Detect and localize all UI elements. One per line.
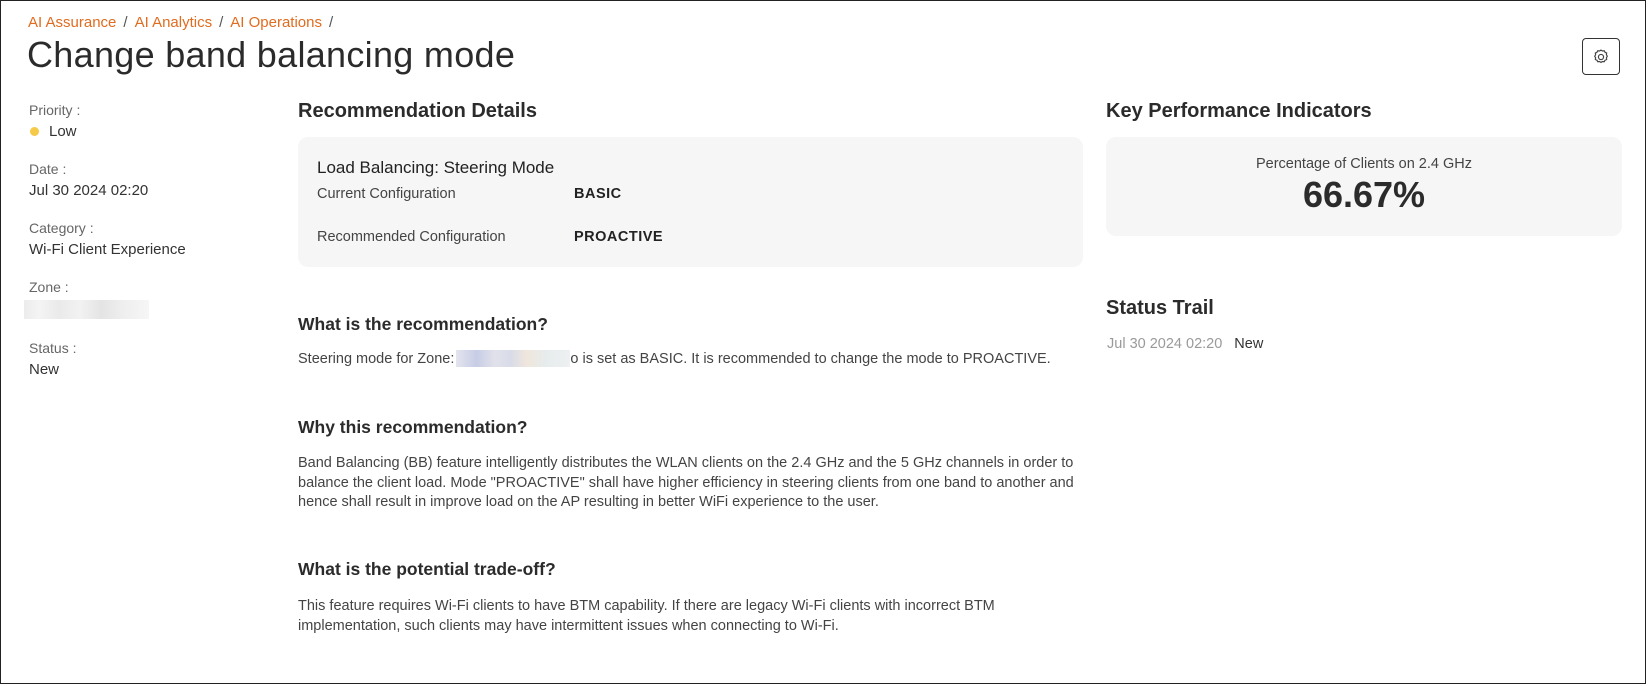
zone-field: Zone : <box>24 279 259 319</box>
category-label: Category : <box>29 220 94 236</box>
kpi-value: 66.67% <box>1302 174 1426 215</box>
config-key: Recommended Configuration <box>317 229 506 245</box>
status-field: Status : New <box>29 340 259 378</box>
config-key: Current Configuration <box>317 186 456 202</box>
zone-value-redacted <box>24 300 149 319</box>
what-text-after: o is set as BASIC. It is recommended to … <box>570 350 1051 367</box>
page-frame: AI Assurance / AI Analytics / AI Operations /… <box>0 0 1646 684</box>
breadcrumb-link-ai-assurance[interactable]: AI Assurance <box>28 14 116 31</box>
breadcrumb: AI Assurance / AI Analytics / AI Operations / <box>28 14 340 31</box>
what-text-before: Steering mode for Zone: <box>298 350 455 367</box>
status-trail-date: Jul 30 2024 02:20 <box>1107 336 1223 352</box>
date-field: Date : Jul 30 2024 02:20 <box>29 161 259 199</box>
why-recommendation-text: Band Balancing (BB) feature intelligentl… <box>298 455 1074 510</box>
date-value: Jul 30 2024 02:20 <box>29 182 149 199</box>
zone-label: Zone : <box>29 279 69 295</box>
config-row-current: Current Configuration BASIC <box>317 186 1064 229</box>
category-value: Wi-Fi Client Experience <box>29 241 186 258</box>
kpi-title: Key Performance Indicators <box>1106 100 1372 122</box>
tradeoff-heading: What is the potential trade-off? <box>298 559 556 579</box>
priority-field: Priority : Low <box>29 102 259 140</box>
priority-dot-icon <box>30 127 39 136</box>
status-label: Status : <box>29 340 77 356</box>
recommendation-card: Load Balancing: Steering Mode Current Co… <box>298 137 1083 267</box>
zone-value-row <box>24 300 259 319</box>
breadcrumb-separator: / <box>123 14 128 31</box>
card-title: Load Balancing: Steering Mode <box>317 158 555 177</box>
recommendation-meta: Priority : Low Date : Jul 30 2024 02:20 … <box>24 102 259 399</box>
config-row-recommended: Recommended Configuration PROACTIVE <box>317 229 1064 272</box>
gear-icon <box>1594 48 1608 63</box>
kpi-label: Percentage of Clients on 2.4 GHz <box>1255 156 1472 172</box>
zone-name-redacted <box>456 350 571 367</box>
status-trail-entry: Jul 30 2024 02:20 New <box>1107 336 1263 352</box>
what-is-recommendation-text: Steering mode for Zone: o is set as BASI… <box>298 350 1051 367</box>
date-label: Date : <box>29 161 67 177</box>
breadcrumb-link-ai-analytics[interactable]: AI Analytics <box>135 14 213 31</box>
breadcrumb-link-ai-operations[interactable]: AI Operations <box>230 14 322 31</box>
status-trail-title: Status Trail <box>1106 297 1214 319</box>
what-is-recommendation-heading: What is the recommendation? <box>298 314 548 334</box>
config-value: PROACTIVE <box>574 229 664 245</box>
settings-button[interactable] <box>1582 38 1620 75</box>
why-recommendation-heading: Why this recommendation? <box>298 417 528 437</box>
priority-value: Low <box>49 123 77 140</box>
priority-label: Priority : <box>29 102 81 118</box>
status-value: New <box>29 361 60 378</box>
kpi-card: Percentage of Clients on 2.4 GHz 66.67% <box>1106 137 1622 236</box>
breadcrumb-separator: / <box>329 14 334 31</box>
tradeoff-text: This feature requires Wi-Fi clients to h… <box>298 598 995 634</box>
category-field: Category : Wi-Fi Client Experience <box>29 220 259 258</box>
status-trail-status: New <box>1234 336 1264 352</box>
breadcrumb-separator: / <box>219 14 224 31</box>
config-value: BASIC <box>574 186 622 202</box>
recommendation-details-title: Recommendation Details <box>298 100 537 122</box>
priority-value-row: Low <box>29 123 259 140</box>
page-title: Change band balancing mode <box>27 34 516 75</box>
